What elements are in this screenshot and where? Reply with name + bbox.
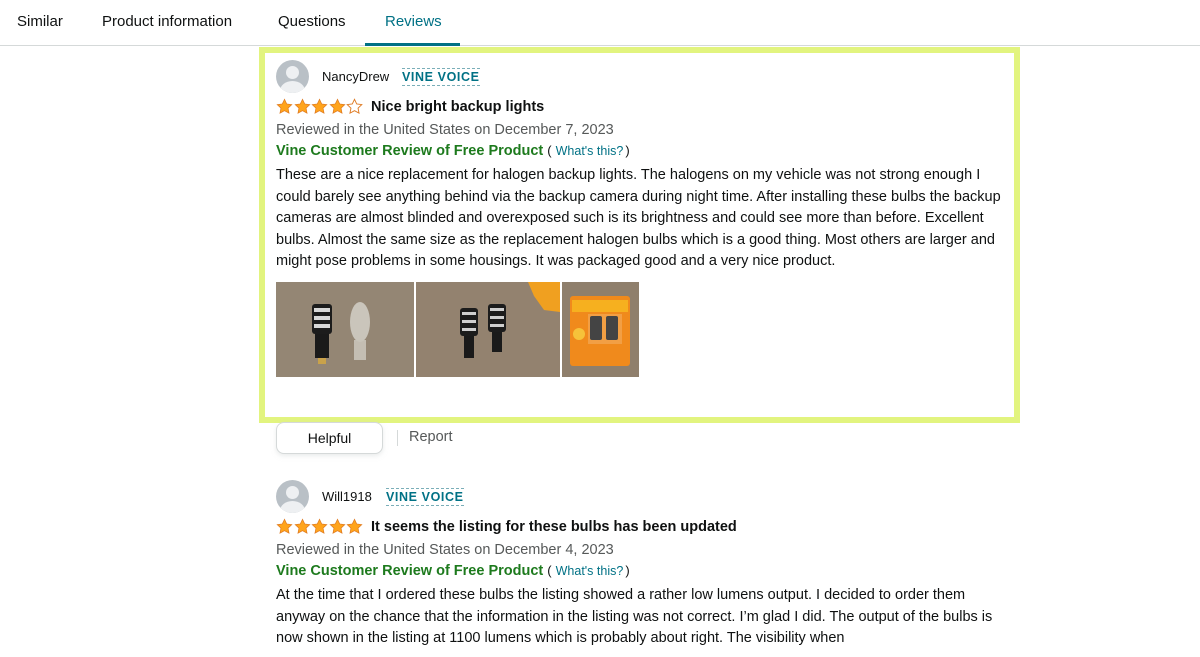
star-full-icon <box>346 518 363 534</box>
review-title[interactable]: Nice bright backup lights <box>371 99 544 115</box>
packaged-bulbs-photo-icon <box>562 281 639 377</box>
star-empty-icon <box>346 98 363 115</box>
vine-customer-review-text: Vine Customer Review of Free Product <box>276 143 544 159</box>
two-led-bulbs-photo-icon <box>416 281 560 377</box>
star-full-icon <box>311 518 328 534</box>
active-tab-indicator <box>365 43 460 46</box>
vine-review-label: Vine Customer Review of Free Product( Wh… <box>276 140 1016 162</box>
star-full-icon <box>276 98 293 114</box>
profile-name[interactable]: NancyDrew <box>322 69 389 84</box>
star-full-icon <box>328 98 346 114</box>
paren-close: ) <box>625 563 630 578</box>
star-full-icon <box>293 98 311 114</box>
review-profile[interactable]: Will1918 VINE VOICE <box>276 480 1016 513</box>
action-separator <box>397 430 398 446</box>
star-full-icon <box>311 98 328 114</box>
vine-voice-badge[interactable]: VINE VOICE <box>402 68 480 86</box>
star-full-icon <box>293 518 311 534</box>
vine-review-label: Vine Customer Review of Free Product( Wh… <box>276 560 1016 582</box>
paren-close: ) <box>625 143 630 158</box>
tab-reviews[interactable]: Reviews <box>385 13 442 30</box>
whats-this-link[interactable]: What's this? <box>556 144 624 158</box>
review-date: Reviewed in the United States on Decembe… <box>276 122 614 138</box>
review-card: NancyDrew VINE VOICE Nice bright backup … <box>276 60 1016 378</box>
tab-product-information[interactable]: Product information <box>102 13 232 30</box>
paren-open: ( <box>547 143 552 158</box>
review-date: Reviewed in the United States on Decembe… <box>276 542 614 558</box>
review-image-thumbnail[interactable] <box>416 281 560 377</box>
review-image-thumbnail[interactable] <box>276 281 414 377</box>
report-link[interactable]: Report <box>409 429 453 445</box>
led-bulb-photo-icon <box>276 281 414 377</box>
paren-open: ( <box>547 563 552 578</box>
vine-voice-badge[interactable]: VINE VOICE <box>386 488 464 506</box>
review-profile[interactable]: NancyDrew VINE VOICE <box>276 60 1016 93</box>
review-images <box>276 281 1016 378</box>
review-image-thumbnail[interactable] <box>562 281 639 377</box>
tab-similar[interactable]: Similar <box>17 13 63 30</box>
star-full-icon <box>328 518 346 534</box>
avatar-icon <box>276 480 309 513</box>
profile-name[interactable]: Will1918 <box>322 489 372 504</box>
tab-bar: Similar Product information Questions Re… <box>0 0 1200 46</box>
star-rating[interactable] <box>276 98 364 115</box>
review-body: At the time that I ordered these bulbs t… <box>276 587 993 646</box>
whats-this-link[interactable]: What's this? <box>556 564 624 578</box>
helpful-button[interactable]: Helpful <box>276 422 383 454</box>
star-rating[interactable] <box>276 518 364 535</box>
avatar-icon <box>276 60 309 93</box>
review-title[interactable]: It seems the listing for these bulbs has… <box>371 519 737 535</box>
review-card: Will1918 VINE VOICE It seems the listing… <box>276 480 1016 650</box>
vine-customer-review-text: Vine Customer Review of Free Product <box>276 563 544 579</box>
tab-questions[interactable]: Questions <box>278 13 346 30</box>
star-full-icon <box>276 518 293 534</box>
review-body: These are a nice replacement for halogen… <box>276 167 1001 269</box>
